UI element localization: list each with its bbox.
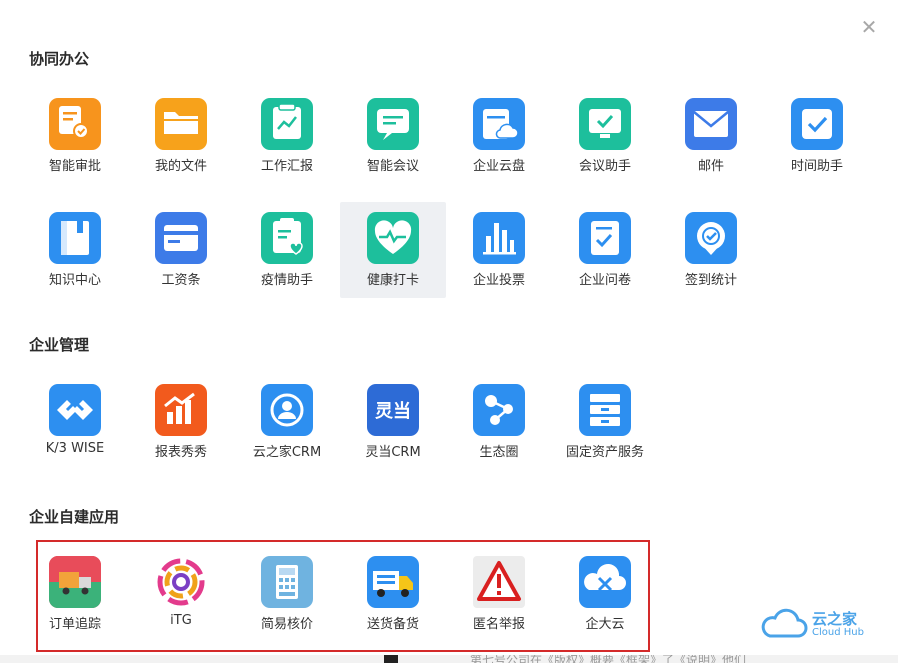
app-label: 企业问卷 [578, 273, 631, 288]
close-button[interactable]: ✕ [858, 16, 880, 38]
app-label: 匿名举报 [472, 617, 525, 632]
app-tile-cloud-disk[interactable]: 企业云盘 [446, 88, 552, 184]
app-tile-mail[interactable]: 邮件 [658, 88, 764, 184]
approval-icon [49, 98, 101, 150]
app-label: 健康打卡 [366, 273, 419, 288]
cloudhub-watermark: 云之家 Cloud Hub [760, 606, 880, 642]
ecosystem-icon [473, 384, 525, 436]
app-label: K/3 WISE [45, 441, 105, 456]
meeting-icon [367, 98, 419, 150]
fixed-assets-icon [579, 384, 631, 436]
app-tile-ecosystem[interactable]: 生态圈 [446, 374, 552, 470]
epidemic-icon [261, 212, 313, 264]
cloud-disk-icon [473, 98, 525, 150]
app-label: 报表秀秀 [154, 445, 207, 460]
checkin-stats-icon [685, 212, 737, 264]
warning-icon [473, 556, 525, 608]
app-label: 工资条 [161, 273, 201, 288]
itg-logo-icon [155, 556, 207, 608]
app-label: 简易核价 [260, 617, 313, 632]
app-label: 订单追踪 [48, 617, 101, 632]
calculator-icon [261, 556, 313, 608]
app-tile-survey[interactable]: 企业问卷 [552, 202, 658, 298]
watermark-subtitle: Cloud Hub [812, 627, 864, 638]
calendar-check-icon [791, 98, 843, 150]
app-tile-knowledge[interactable]: 知识中心 [22, 202, 128, 298]
delivery-truck-icon [367, 556, 419, 608]
k3-wise-icon [49, 384, 101, 436]
payslip-icon [155, 212, 207, 264]
app-label: 智能会议 [366, 159, 419, 174]
bottom-strip: 第七号公司在《版权》概要《框架》了《说明》他们 [0, 655, 898, 663]
section-title-collab: 协同办公 [29, 50, 90, 68]
order-tracking-icon [49, 556, 101, 608]
app-tile-report[interactable]: 工作汇报 [234, 88, 340, 184]
app-tile-calendar-check[interactable]: 时间助手 [764, 88, 870, 184]
app-label: 我的文件 [154, 159, 207, 174]
app-tile-meeting[interactable]: 智能会议 [340, 88, 446, 184]
app-label: 企业云盘 [472, 159, 525, 174]
app-label: 灵当CRM [365, 445, 421, 460]
qidayun-icon [579, 556, 631, 608]
health-checkin-icon [367, 212, 419, 264]
app-label: 会议助手 [578, 159, 631, 174]
folder-icon [155, 98, 207, 150]
app-label: iTG [170, 613, 192, 628]
icon-text: 灵当 [375, 401, 411, 422]
cloud-logo-icon [761, 608, 808, 638]
app-tile-epidemic[interactable]: 疫情助手 [234, 202, 340, 298]
app-label: 云之家CRM [252, 445, 322, 460]
survey-icon [579, 212, 631, 264]
mail-icon [685, 98, 737, 150]
bottom-text: 第七号公司在《版权》概要《框架》了《说明》他们 [470, 655, 747, 663]
app-label: 智能审批 [48, 159, 101, 174]
app-tile-payslip[interactable]: 工资条 [128, 202, 234, 298]
app-tile-checkin-stats[interactable]: 签到统计 [658, 202, 764, 298]
app-label: 企业投票 [472, 273, 525, 288]
app-tile-report-show[interactable]: 报表秀秀 [128, 374, 234, 470]
app-tile-delivery-truck[interactable]: 送货备货 [340, 546, 446, 642]
app-tile-meeting-assistant[interactable]: 会议助手 [552, 88, 658, 184]
app-tile-qidayun[interactable]: 企大云 [552, 546, 658, 642]
app-tile-crm[interactable]: 云之家CRM [234, 374, 340, 470]
app-tile-fixed-assets[interactable]: 固定资产服务 [552, 374, 658, 470]
app-tile-folder[interactable]: 我的文件 [128, 88, 234, 184]
bottom-block [384, 655, 398, 663]
knowledge-icon [49, 212, 101, 264]
app-tile-warning[interactable]: 匿名举报 [446, 546, 552, 642]
app-label: 送货备货 [366, 617, 419, 632]
app-label: 疫情助手 [260, 273, 313, 288]
app-label: 固定资产服务 [565, 445, 644, 460]
app-tile-itg-logo[interactable]: iTG [128, 546, 234, 642]
vote-icon [473, 212, 525, 264]
app-label: 签到统计 [684, 273, 737, 288]
lingdang-crm-icon: 灵当 [367, 384, 419, 436]
meeting-assistant-icon [579, 98, 631, 150]
app-label: 时间助手 [790, 159, 843, 174]
crm-icon [261, 384, 313, 436]
app-tile-health-checkin[interactable]: 健康打卡 [340, 202, 446, 298]
app-label: 知识中心 [48, 273, 101, 288]
app-label: 工作汇报 [260, 159, 313, 174]
section-title-custom: 企业自建应用 [29, 508, 120, 526]
app-tile-k3-wise[interactable]: K/3 WISE [22, 374, 128, 470]
app-label: 邮件 [697, 159, 724, 174]
app-tile-approval[interactable]: 智能审批 [22, 88, 128, 184]
app-tile-calculator[interactable]: 简易核价 [234, 546, 340, 642]
section-title-mgmt: 企业管理 [29, 336, 90, 354]
app-label: 企大云 [585, 617, 625, 632]
report-show-icon [155, 384, 207, 436]
watermark-title: 云之家 [812, 610, 858, 628]
app-label: 生态圈 [479, 445, 519, 460]
app-tile-order-tracking[interactable]: 订单追踪 [22, 546, 128, 642]
report-icon [261, 98, 313, 150]
app-tile-lingdang-crm[interactable]: 灵当灵当CRM [340, 374, 446, 470]
app-tile-vote[interactable]: 企业投票 [446, 202, 552, 298]
